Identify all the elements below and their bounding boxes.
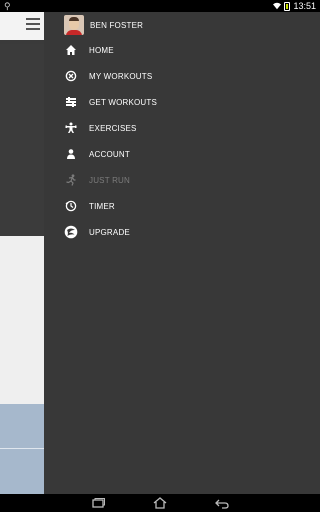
menu-item-my-workouts[interactable]: MY WORKOUTS bbox=[64, 63, 152, 89]
account-icon bbox=[64, 147, 78, 161]
navigation-drawer: BEN FOSTER HOME MY WORKOUTS GET WORKOUTS bbox=[44, 12, 320, 494]
background-content bbox=[0, 12, 44, 494]
avatar bbox=[64, 15, 84, 35]
timer-icon bbox=[64, 199, 78, 213]
app-top-bar bbox=[0, 12, 44, 40]
background-panel bbox=[0, 236, 44, 404]
status-bar: ⚲ 13:51 bbox=[0, 0, 320, 12]
menu-item-timer[interactable]: TIMER bbox=[64, 193, 115, 219]
menu-item-upgrade[interactable]: UPGRADE bbox=[64, 219, 130, 245]
usb-icon: ⚲ bbox=[4, 1, 11, 11]
profile-header[interactable]: BEN FOSTER bbox=[64, 14, 143, 36]
upgrade-icon bbox=[64, 225, 78, 239]
menu-item-just-run: JUST RUN bbox=[64, 167, 130, 193]
menu-item-label: MY WORKOUTS bbox=[89, 71, 153, 81]
run-icon bbox=[64, 173, 78, 187]
status-time: 13:51 bbox=[293, 1, 316, 11]
menu-item-get-workouts[interactable]: GET WORKOUTS bbox=[64, 89, 157, 115]
background-panel bbox=[0, 404, 44, 494]
my-workouts-icon bbox=[64, 69, 78, 83]
system-nav-bar bbox=[0, 494, 320, 512]
home-button-icon[interactable] bbox=[152, 496, 168, 510]
back-icon[interactable] bbox=[214, 496, 230, 510]
menu-item-label: GET WORKOUTS bbox=[89, 97, 158, 107]
menu-item-label: UPGRADE bbox=[89, 227, 130, 237]
menu-item-label: ACCOUNT bbox=[89, 149, 130, 159]
get-workouts-icon bbox=[64, 95, 78, 109]
battery-icon bbox=[284, 2, 291, 11]
menu-item-home[interactable]: HOME bbox=[64, 37, 114, 63]
profile-name: BEN FOSTER bbox=[90, 20, 144, 30]
menu-item-label: JUST RUN bbox=[89, 175, 131, 185]
hamburger-menu-icon[interactable] bbox=[26, 18, 40, 30]
menu-item-label: HOME bbox=[89, 45, 114, 55]
menu-item-label: EXERCISES bbox=[89, 123, 137, 133]
home-icon bbox=[64, 43, 78, 57]
exercises-icon bbox=[64, 121, 78, 135]
background-panel bbox=[0, 44, 44, 236]
wifi-icon bbox=[273, 2, 282, 10]
menu-item-account[interactable]: ACCOUNT bbox=[64, 141, 130, 167]
recent-apps-icon[interactable] bbox=[90, 496, 106, 510]
menu-item-label: TIMER bbox=[89, 201, 115, 211]
menu-item-exercises[interactable]: EXERCISES bbox=[64, 115, 137, 141]
